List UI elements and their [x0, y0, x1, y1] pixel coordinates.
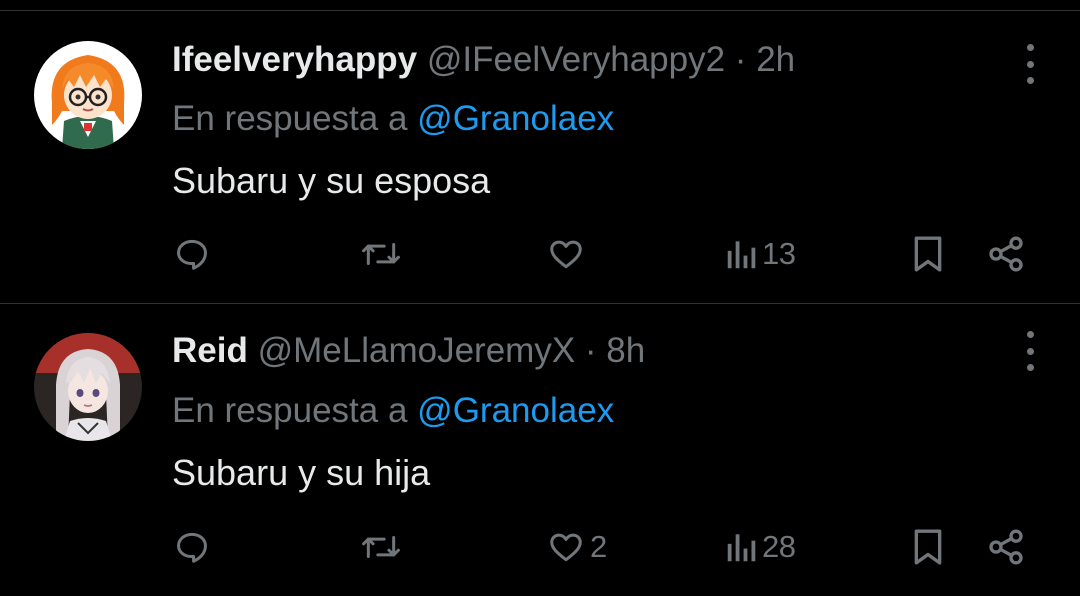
tweet-header: Ifeelveryhappy @IFeelVeryhappy2 · 2h: [172, 38, 795, 82]
timestamp[interactable]: 8h: [606, 331, 645, 370]
replying-to-label: En respuesta a: [172, 99, 408, 138]
tweet-text: Subaru y su hija: [172, 452, 431, 493]
reply-tweet[interactable]: Ifeelveryhappy @IFeelVeryhappy2 · 2h En …: [0, 12, 1080, 302]
display-name[interactable]: Reid: [172, 331, 248, 370]
reply-button[interactable]: [173, 229, 211, 279]
views-button[interactable]: 13: [726, 229, 796, 279]
top-divider: [0, 10, 1080, 11]
bookmark-button[interactable]: [910, 229, 946, 279]
more-dots-icon[interactable]: [1020, 331, 1040, 371]
retweet-button[interactable]: [360, 522, 402, 572]
display-name[interactable]: Ifeelveryhappy: [172, 40, 417, 79]
analytics-icon: [727, 534, 756, 562]
view-count: 13: [762, 236, 796, 271]
share-icon: [989, 529, 1023, 565]
comment-icon: [177, 532, 207, 563]
action-bar: 2 28: [0, 522, 1080, 572]
share-button[interactable]: [986, 522, 1026, 572]
timestamp[interactable]: 2h: [756, 40, 795, 79]
avatar[interactable]: [34, 41, 142, 149]
retweet-icon: [362, 242, 400, 266]
replying-to-label: En respuesta a: [172, 391, 408, 430]
views-button[interactable]: 28: [726, 522, 796, 572]
retweet-icon: [362, 535, 400, 559]
replying-to-mention[interactable]: @Granolaex: [417, 99, 614, 138]
view-count: 28: [762, 529, 796, 564]
share-icon: [989, 236, 1023, 272]
more-dots-icon[interactable]: [1020, 44, 1040, 84]
tweet-header: Reid @MeLlamoJeremyX · 8h: [172, 329, 645, 373]
bookmark-icon: [914, 236, 942, 272]
replying-to-mention[interactable]: @Granolaex: [417, 391, 614, 430]
heart-icon: [550, 533, 582, 562]
analytics-icon: [727, 241, 756, 269]
replying-to-line: En respuesta a @Granolaex: [172, 389, 614, 433]
tweet-divider: [0, 303, 1080, 304]
user-handle[interactable]: @MeLlamoJeremyX: [258, 331, 576, 370]
comment-icon: [177, 239, 207, 270]
tweet-text: Subaru y su esposa: [172, 160, 491, 201]
avatar[interactable]: [34, 333, 142, 441]
action-bar: 13: [0, 229, 1080, 279]
like-button[interactable]: [546, 229, 590, 279]
like-count: 2: [590, 529, 607, 564]
reply-tweet[interactable]: Reid @MeLlamoJeremyX · 8h En respuesta a…: [0, 305, 1080, 596]
share-button[interactable]: [986, 229, 1026, 279]
heart-icon: [550, 240, 582, 269]
replying-to-line: En respuesta a @Granolaex: [172, 97, 614, 141]
retweet-button[interactable]: [360, 229, 402, 279]
user-handle[interactable]: @IFeelVeryhappy2: [427, 40, 725, 79]
separator: ·: [734, 40, 747, 79]
like-button[interactable]: 2: [546, 522, 607, 572]
bookmark-button[interactable]: [910, 522, 946, 572]
bookmark-icon: [914, 529, 942, 565]
reply-button[interactable]: [173, 522, 211, 572]
separator: ·: [584, 331, 597, 370]
